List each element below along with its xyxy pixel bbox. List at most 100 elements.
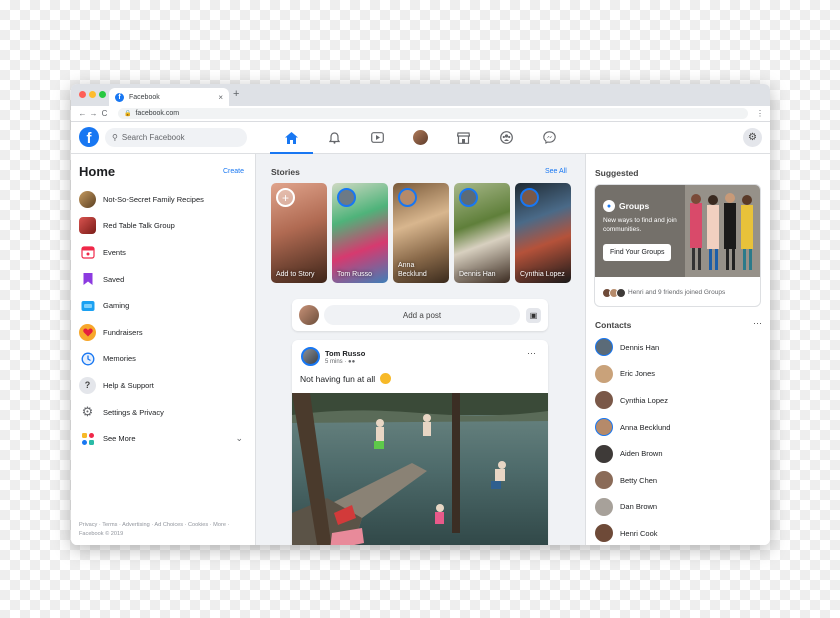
groups-icon[interactable]: [485, 122, 528, 153]
story-card-add[interactable]: + Add to Story: [271, 183, 327, 283]
gaming-icon: [79, 297, 96, 315]
contact-item[interactable]: Eric Jones: [595, 361, 765, 388]
friends-audience-icon: ●●: [348, 359, 356, 365]
browser-menu-icon[interactable]: ⋮: [756, 109, 764, 118]
avatar: [595, 471, 613, 490]
story-card[interactable]: Anna Becklund: [393, 183, 449, 283]
home-icon[interactable]: [270, 122, 313, 154]
sidebar-item-saved[interactable]: Saved: [79, 266, 247, 293]
sidebar-item-label: Saved: [103, 274, 125, 284]
story-avatar: [459, 188, 478, 207]
main-content: Home Create Not-So-Secret Family Recipes…: [71, 154, 770, 545]
sidebar-item-label: Red Table Talk Group: [103, 221, 175, 231]
sidebar-item-label: Help & Support: [103, 380, 154, 390]
page-title: Home: [79, 164, 116, 179]
browser-tab-bar: f Facebook × +: [71, 84, 770, 106]
new-tab-button[interactable]: +: [233, 88, 239, 100]
story-card[interactable]: Dennis Han: [454, 183, 510, 283]
close-tab-icon[interactable]: ×: [218, 93, 223, 102]
search-icon: ⚲: [112, 133, 118, 142]
sidebar-item-events[interactable]: Events: [79, 239, 247, 266]
facebook-logo-icon[interactable]: f: [79, 127, 99, 147]
post-photo[interactable]: [292, 393, 548, 545]
post-options-icon[interactable]: ···: [527, 348, 536, 358]
avatar: [595, 444, 613, 463]
avatar: [299, 305, 319, 325]
contacts-list: Dennis Han Eric Jones Cynthia Lopez Anna Be…: [595, 334, 765, 545]
sidebar-item-memories[interactable]: Memories: [79, 346, 247, 373]
contact-name: Anna Becklund: [620, 422, 671, 432]
contacts-title: Contacts: [595, 320, 632, 330]
news-feed: Stories See All + Add to Story Tom Russo…: [255, 154, 585, 545]
left-menu: Not-So-Secret Family Recipes Red Table T…: [79, 186, 247, 452]
sidebar-item-label: Fundraisers: [103, 327, 143, 337]
marketplace-icon[interactable]: [442, 122, 485, 153]
sidebar-item-label: Settings & Privacy: [103, 407, 164, 417]
reload-icon[interactable]: C: [99, 109, 110, 118]
find-your-groups-button[interactable]: Find Your Groups: [603, 244, 672, 261]
sidebar-item-label: Memories: [103, 354, 136, 364]
bell-icon[interactable]: [313, 122, 356, 153]
minimize-window-button[interactable]: [89, 91, 96, 98]
browser-window: f Facebook × + ← → C 🔒 facebook.com ⋮ f …: [71, 84, 770, 545]
add-story-icon: +: [276, 188, 295, 207]
groups-suggestion-card: ● Groups New ways to find and join commun…: [594, 184, 761, 307]
browser-tab[interactable]: f Facebook ×: [109, 88, 229, 106]
sidebar-item-settings-privacy[interactable]: ⚙ Settings & Privacy: [79, 399, 247, 426]
profile-avatar[interactable]: [399, 122, 442, 153]
contact-item[interactable]: Cynthia Lopez: [595, 387, 765, 414]
post-timestamp: 5 mins · ●●: [325, 359, 356, 365]
photo-icon[interactable]: ▣: [526, 307, 541, 323]
stories-title: Stories: [271, 167, 300, 177]
forward-icon[interactable]: →: [88, 109, 99, 118]
lock-icon: 🔒: [124, 111, 132, 117]
sidebar-item-red-table-talk[interactable]: Red Table Talk Group: [79, 213, 247, 240]
left-sidebar: Home Create Not-So-Secret Family Recipes…: [71, 154, 255, 545]
search-placeholder: Search Facebook: [121, 133, 185, 142]
post-composer: Add a post ▣: [292, 299, 548, 331]
maximize-window-button[interactable]: [99, 91, 106, 98]
groups-icon: ●: [603, 200, 615, 212]
post-author[interactable]: Tom Russo: [325, 349, 365, 358]
groups-joined-text: Henri and 9 friends joined Groups: [628, 289, 726, 296]
avatar: [595, 391, 613, 410]
add-post-input[interactable]: Add a post: [324, 305, 520, 325]
sidebar-item-label: See More: [103, 434, 136, 444]
create-link[interactable]: Create: [223, 168, 244, 175]
messenger-icon[interactable]: [528, 122, 571, 153]
footer-links[interactable]: Privacy · Terms · Advertising · Ad Choic…: [79, 521, 249, 539]
avatar: [595, 418, 613, 437]
contact-item[interactable]: Aiden Brown: [595, 440, 765, 467]
story-avatar: [398, 188, 417, 207]
winking-tongue-emoji-icon: [379, 373, 391, 384]
sidebar-item-gaming[interactable]: Gaming: [79, 292, 247, 319]
sidebar-item-see-more[interactable]: See More ⌄: [79, 425, 247, 452]
contact-item[interactable]: Henri Cook: [595, 520, 765, 545]
story-card[interactable]: Tom Russo: [332, 183, 388, 283]
url-field[interactable]: 🔒 facebook.com: [118, 108, 748, 119]
close-window-button[interactable]: [79, 91, 86, 98]
sidebar-item-fundraisers[interactable]: Fundraisers: [79, 319, 247, 346]
sidebar-item-label: Not-So-Secret Family Recipes: [103, 194, 204, 204]
contact-item[interactable]: Dan Brown: [595, 494, 765, 521]
sidebar-item-family-recipes[interactable]: Not-So-Secret Family Recipes: [79, 186, 247, 213]
contact-item[interactable]: Betty Chen: [595, 467, 765, 494]
groups-card-title: ● Groups: [603, 200, 649, 212]
settings-gear-icon[interactable]: ⚙: [743, 128, 762, 147]
groups-card-footer[interactable]: Henri and 9 friends joined Groups: [595, 277, 760, 306]
see-all-stories-link[interactable]: See All: [545, 168, 567, 175]
search-input[interactable]: ⚲ Search Facebook: [105, 128, 247, 147]
sidebar-item-label: Events: [103, 247, 126, 257]
watch-icon[interactable]: [356, 122, 399, 153]
contact-item[interactable]: Dennis Han: [595, 334, 765, 361]
nav-tabs: [270, 122, 571, 154]
contacts-options-icon[interactable]: ···: [753, 318, 762, 328]
group-redtable-icon: [79, 217, 96, 235]
avatar[interactable]: [301, 347, 320, 366]
clock-icon: [79, 350, 96, 368]
sidebar-item-help-support[interactable]: ? Help & Support: [79, 372, 247, 399]
story-card[interactable]: Cynthia Lopez: [515, 183, 571, 283]
back-icon[interactable]: ←: [77, 109, 88, 118]
contact-name: Henri Cook: [620, 528, 658, 538]
contact-item[interactable]: Anna Becklund: [595, 414, 765, 441]
